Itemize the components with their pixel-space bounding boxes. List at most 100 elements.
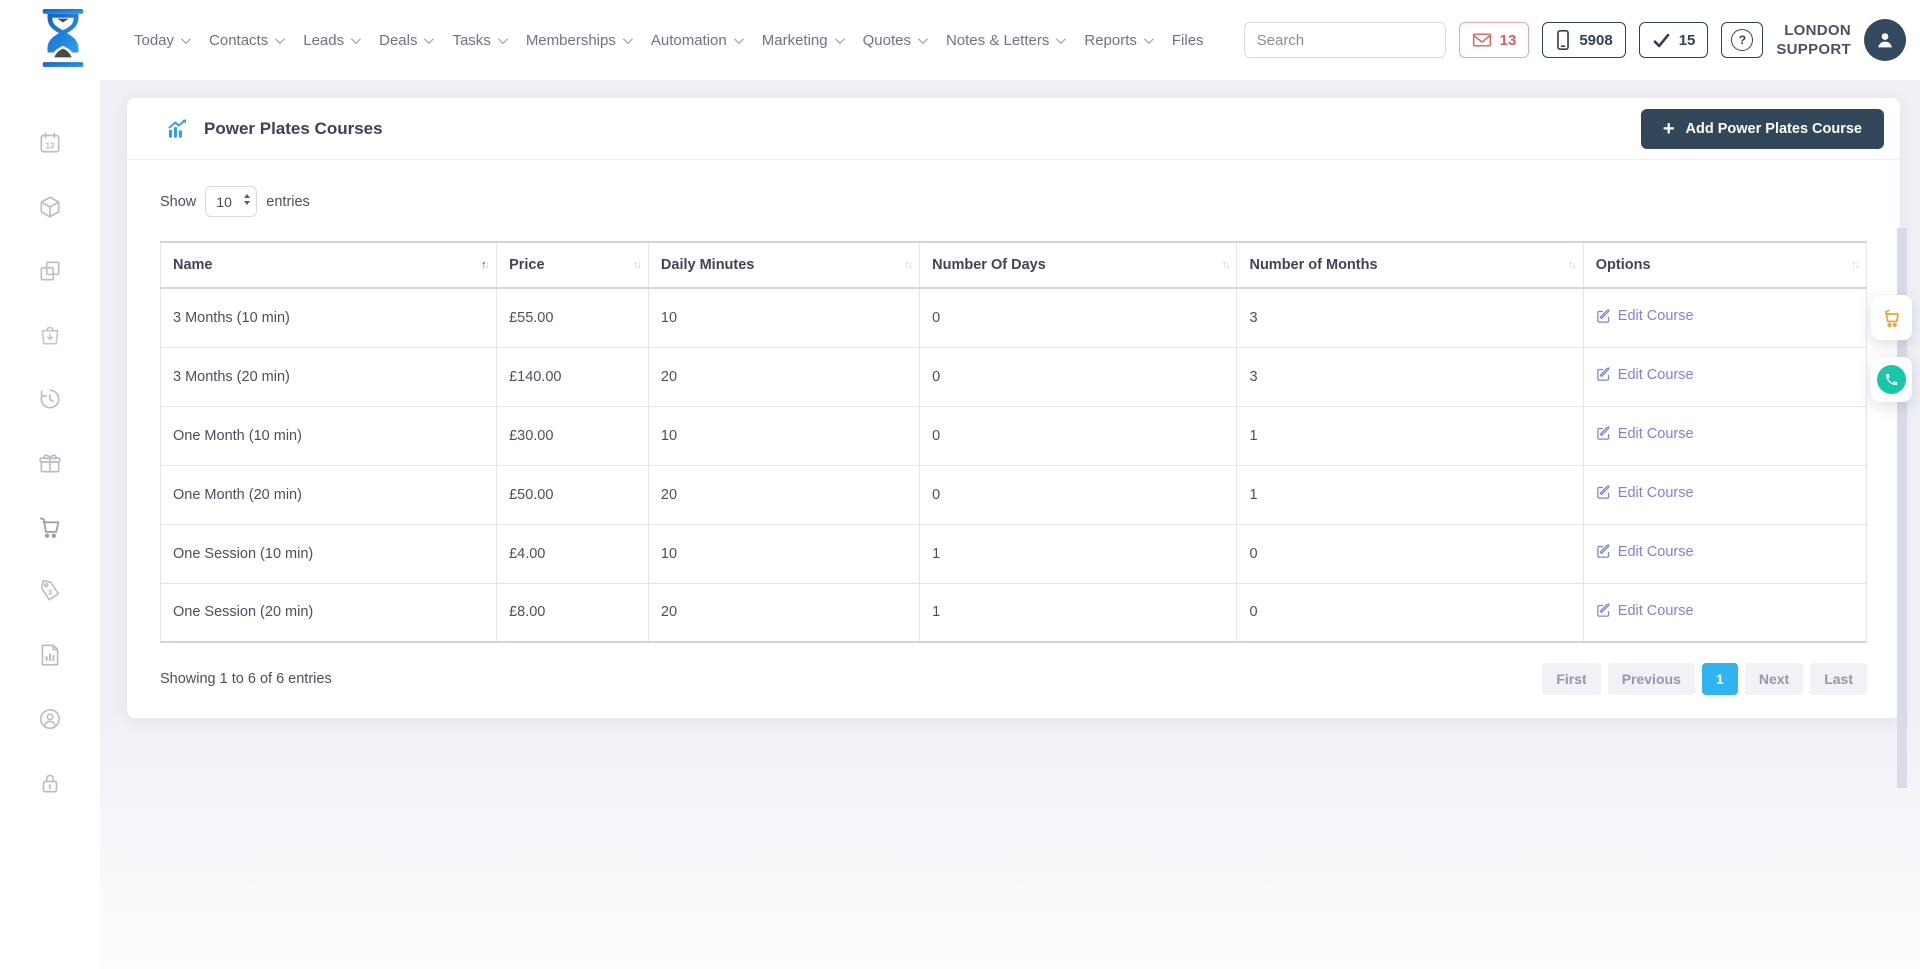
cell-name: One Month (20 min): [161, 465, 497, 524]
chevron-down-icon: [918, 34, 928, 44]
plus-icon: +: [1663, 119, 1675, 139]
edit-course-link[interactable]: Edit Course: [1596, 485, 1694, 501]
cell-name: One Session (20 min): [161, 583, 497, 642]
chevron-down-icon: [835, 34, 845, 44]
nav-item-automation[interactable]: Automation: [651, 32, 741, 49]
floating-phone-button[interactable]: [1871, 357, 1912, 402]
gift-icon[interactable]: [37, 450, 63, 476]
cell-daily-minutes: 10: [648, 524, 919, 583]
copy-icon[interactable]: [37, 258, 63, 284]
calendar-icon[interactable]: 12: [37, 130, 63, 156]
card-header: Power Plates Courses + Add Power Plates …: [127, 98, 1900, 160]
calls-badge[interactable]: 5908: [1542, 22, 1625, 58]
pagination-page-1-button[interactable]: 1: [1702, 663, 1738, 695]
mail-badge[interactable]: 13: [1459, 22, 1530, 58]
floating-cart-button[interactable]: [1871, 295, 1912, 340]
cell-options: Edit Course: [1583, 465, 1866, 524]
show-label: Show: [160, 194, 196, 210]
package-icon[interactable]: [37, 194, 63, 220]
cell-price: £140.00: [497, 347, 649, 406]
pagination-next-button[interactable]: Next: [1745, 663, 1803, 695]
cell-daily-minutes: 10: [648, 288, 919, 347]
edit-course-link[interactable]: Edit Course: [1596, 367, 1694, 383]
cell-name: 3 Months (20 min): [161, 347, 497, 406]
main-area: Power Plates Courses + Add Power Plates …: [100, 80, 1920, 969]
edit-course-link[interactable]: Edit Course: [1596, 603, 1694, 619]
cell-days: 1: [920, 524, 1237, 583]
tasks-badge[interactable]: 15: [1639, 22, 1709, 58]
history-icon[interactable]: [37, 386, 63, 412]
table-row: One Month (10 min) £30.00 10 0 1 Edit Co…: [161, 406, 1867, 465]
column-header-number-of-days[interactable]: Number Of Days↑↓: [920, 242, 1237, 288]
edit-icon: [1596, 426, 1611, 441]
price-tag-icon[interactable]: $: [37, 578, 63, 604]
mail-icon: [1472, 31, 1492, 49]
nav-item-quotes[interactable]: Quotes: [863, 32, 925, 49]
lock-icon[interactable]: [37, 770, 63, 796]
column-header-price[interactable]: Price↑↓: [497, 242, 649, 288]
cell-days: 0: [920, 288, 1237, 347]
topbar-right: 13 5908 15 ? LONDON SUPPORT: [1244, 19, 1920, 61]
shopping-bag-icon[interactable]: [37, 322, 63, 348]
cell-options: Edit Course: [1583, 288, 1866, 347]
cell-options: Edit Course: [1583, 347, 1866, 406]
cell-months: 1: [1237, 406, 1583, 465]
nav-item-deals[interactable]: Deals: [379, 32, 431, 49]
chart-icon: [167, 118, 190, 140]
cell-name: One Session (10 min): [161, 524, 497, 583]
mobile-phone-icon: [1555, 29, 1571, 51]
nav-item-memberships[interactable]: Memberships: [526, 32, 630, 49]
cart-icon[interactable]: [37, 514, 63, 540]
showing-entries-text: Showing 1 to 6 of 6 entries: [160, 671, 332, 687]
nav-item-notes-letters[interactable]: Notes & Letters: [946, 32, 1063, 49]
add-power-plates-course-button[interactable]: + Add Power Plates Course: [1641, 109, 1884, 149]
pagination-first-button[interactable]: First: [1542, 663, 1600, 695]
cell-months: 0: [1237, 583, 1583, 642]
cell-months: 0: [1237, 524, 1583, 583]
nav-item-files[interactable]: Files: [1172, 32, 1204, 49]
help-button[interactable]: ?: [1721, 22, 1763, 58]
nav-item-reports[interactable]: Reports: [1084, 32, 1151, 49]
edit-course-link[interactable]: Edit Course: [1596, 308, 1694, 324]
mail-count: 13: [1500, 32, 1517, 49]
nav-item-today[interactable]: Today: [134, 32, 188, 49]
report-icon[interactable]: [37, 642, 63, 668]
chevron-down-icon: [623, 34, 633, 44]
edit-course-link[interactable]: Edit Course: [1596, 426, 1694, 442]
account-icon[interactable]: [37, 706, 63, 732]
pagination-previous-button[interactable]: Previous: [1608, 663, 1695, 695]
column-header-name[interactable]: Name↑↓: [161, 242, 497, 288]
page-length-select[interactable]: 10: [205, 186, 257, 217]
edit-course-link[interactable]: Edit Course: [1596, 544, 1694, 560]
cell-months: 3: [1237, 347, 1583, 406]
chevron-down-icon: [275, 34, 285, 44]
user-name: LONDON SUPPORT: [1776, 21, 1851, 60]
sort-icon: ↑↓: [481, 259, 488, 271]
pagination-last-button[interactable]: Last: [1810, 663, 1867, 695]
sort-icon: ↑↓: [1221, 259, 1228, 271]
main-nav: Today Contacts Leads Deals Tasks Members…: [134, 32, 1204, 49]
cell-options: Edit Course: [1583, 583, 1866, 642]
check-icon: [1652, 32, 1671, 49]
sort-icon: ↑↓: [633, 259, 640, 271]
search-input[interactable]: [1245, 32, 1446, 49]
table-row: 3 Months (10 min) £55.00 10 0 3 Edit Cou…: [161, 288, 1867, 347]
nav-item-marketing[interactable]: Marketing: [762, 32, 842, 49]
chevron-down-icon: [734, 34, 744, 44]
column-header-daily-minutes[interactable]: Daily Minutes↑↓: [648, 242, 919, 288]
table-row: One Session (10 min) £4.00 10 1 0 Edit C…: [161, 524, 1867, 583]
nav-item-contacts[interactable]: Contacts: [209, 32, 282, 49]
cell-price: £30.00: [497, 406, 649, 465]
cell-daily-minutes: 20: [648, 465, 919, 524]
column-header-options[interactable]: Options↑↓: [1583, 242, 1866, 288]
edit-icon: [1596, 544, 1611, 559]
avatar[interactable]: [1864, 19, 1906, 61]
table-row: One Month (20 min) £50.00 20 0 1 Edit Co…: [161, 465, 1867, 524]
nav-item-leads[interactable]: Leads: [303, 32, 358, 49]
column-header-number-of-months[interactable]: Number of Months↑↓: [1237, 242, 1583, 288]
card-body: Show 10 entries Name↑↓ Price↑↓: [127, 160, 1900, 695]
nav-item-tasks[interactable]: Tasks: [452, 32, 504, 49]
table-footer: Showing 1 to 6 of 6 entries First Previo…: [160, 663, 1867, 695]
cart-icon: [1880, 306, 1904, 330]
hourglass-logo-icon[interactable]: [34, 7, 92, 74]
